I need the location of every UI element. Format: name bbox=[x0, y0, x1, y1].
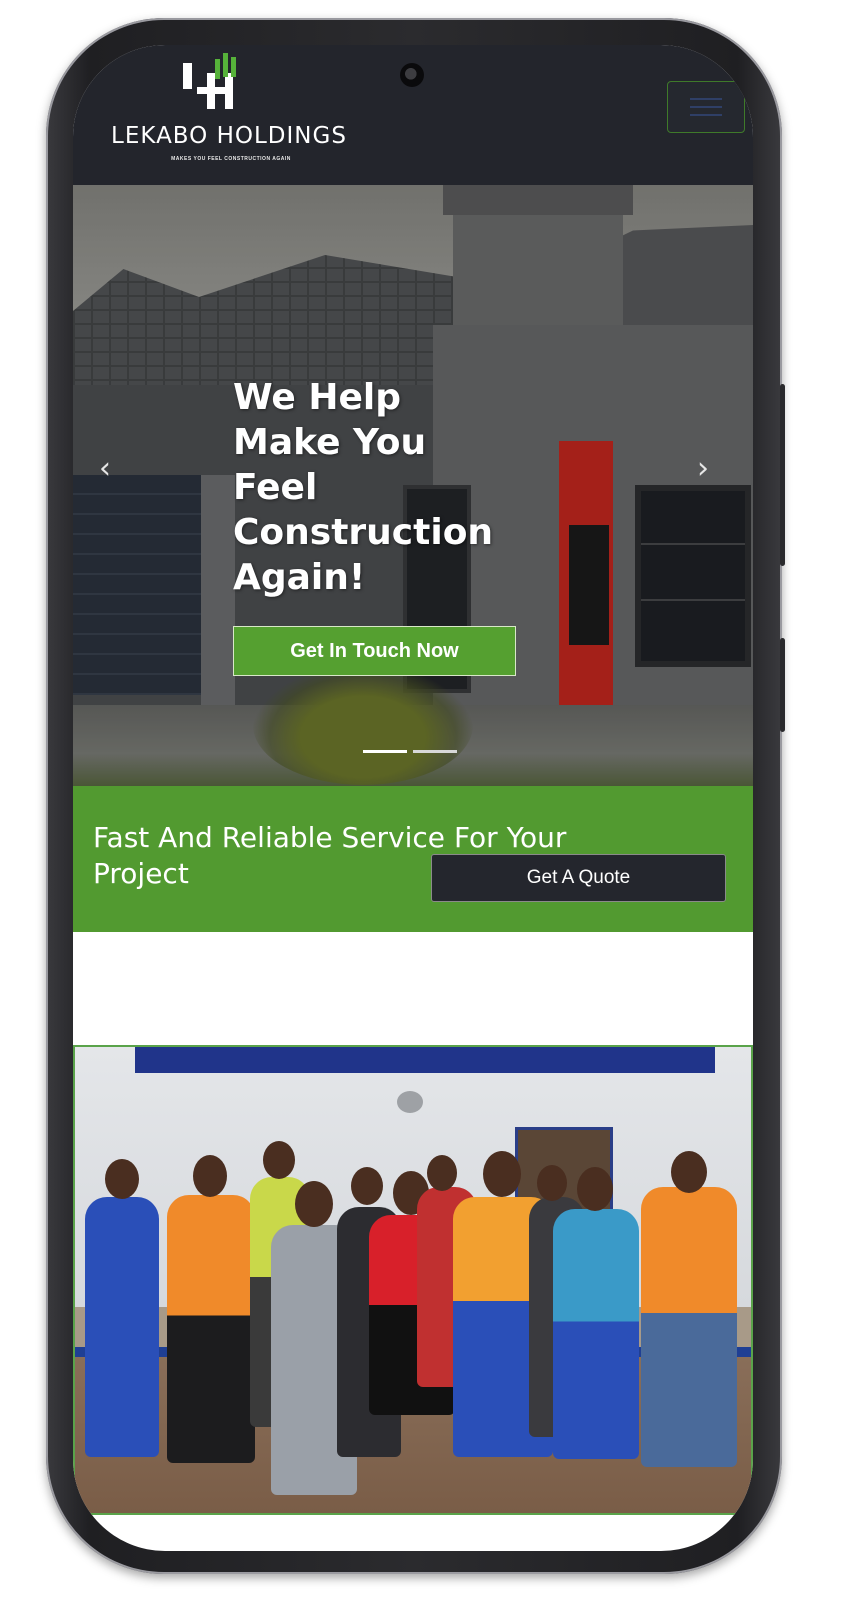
team-member bbox=[167, 1195, 255, 1463]
hamburger-icon bbox=[690, 98, 722, 100]
brand-tagline: MAKES YOU FEEL CONSTRUCTION AGAIN bbox=[171, 156, 291, 162]
phone-screen: LEKABO HOLDINGS MAKES YOU FEEL CONSTRUCT… bbox=[73, 45, 753, 1551]
team-member-head bbox=[483, 1151, 521, 1197]
hero-carousel: We Help Make You Feel Construction Again… bbox=[73, 185, 753, 786]
power-button bbox=[780, 638, 785, 732]
team-photo bbox=[73, 1045, 753, 1515]
brand-name: LEKABO HOLDINGS bbox=[111, 123, 347, 149]
team-member bbox=[85, 1197, 159, 1457]
hero-title: We Help Make You Feel Construction Again… bbox=[233, 375, 533, 600]
team-member-head bbox=[577, 1167, 613, 1211]
carousel-indicator-2[interactable] bbox=[413, 750, 457, 753]
team-member-head bbox=[671, 1151, 707, 1193]
logo-mark-icon bbox=[183, 53, 236, 109]
site-office-roof bbox=[135, 1047, 715, 1073]
chevron-left-icon[interactable]: ‹ bbox=[99, 451, 111, 486]
team-member-head bbox=[537, 1165, 567, 1201]
team-member-head bbox=[351, 1167, 383, 1205]
get-in-touch-button[interactable]: Get In Touch Now bbox=[233, 626, 516, 676]
hero-title-line: Make You bbox=[233, 422, 427, 463]
brand-logo[interactable]: LEKABO HOLDINGS MAKES YOU FEEL CONSTRUCT… bbox=[91, 51, 367, 177]
carousel-indicator-1[interactable] bbox=[363, 750, 407, 753]
menu-toggle-button[interactable] bbox=[667, 81, 745, 133]
team-member-head bbox=[105, 1159, 139, 1199]
team-member-head bbox=[427, 1155, 457, 1191]
hero-title-line: We Help bbox=[233, 377, 402, 418]
chevron-right-icon[interactable]: › bbox=[697, 451, 709, 486]
wall-lamp bbox=[397, 1091, 423, 1113]
hero-title-line: Again! bbox=[233, 557, 366, 598]
volume-button bbox=[780, 384, 785, 566]
team-member-head bbox=[295, 1181, 333, 1227]
hamburger-icon-bar bbox=[690, 106, 722, 108]
hero-title-line: Construction bbox=[233, 512, 494, 553]
team-member-head bbox=[193, 1155, 227, 1197]
hamburger-icon-bar bbox=[690, 114, 722, 116]
hero-title-line: Feel bbox=[233, 467, 318, 508]
team-member bbox=[553, 1209, 639, 1459]
get-a-quote-button[interactable]: Get A Quote bbox=[431, 854, 726, 902]
team-member bbox=[641, 1187, 737, 1467]
service-banner: Fast And Reliable Service For Your Proje… bbox=[73, 786, 753, 932]
team-member-head bbox=[263, 1141, 295, 1179]
front-camera bbox=[400, 63, 424, 87]
